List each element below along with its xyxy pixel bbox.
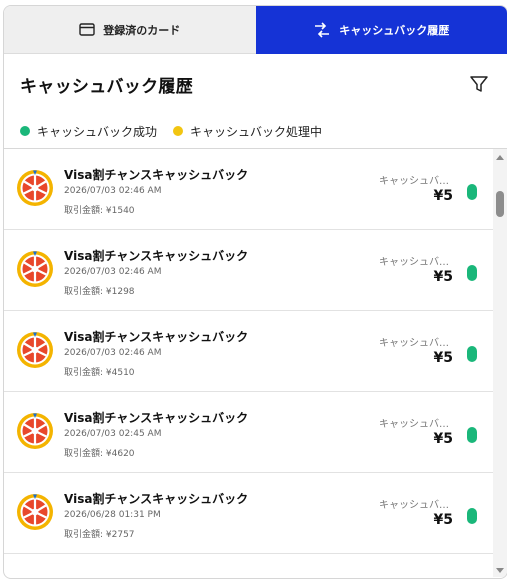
status-indicator-icon — [467, 346, 477, 362]
tab-bar: 登録済のカード キャッシュバック履歴 — [4, 6, 507, 54]
scroll-up-arrow-icon[interactable] — [496, 155, 504, 160]
section-header: キャッシュバック履歴 — [4, 54, 507, 114]
legend-pending: キャッシュバック処理中 — [173, 123, 322, 140]
status-indicator-icon — [467, 265, 477, 281]
visa-chance-logo-icon — [17, 170, 53, 206]
cashback-status-text: キャッシュバック成功 — [379, 500, 453, 511]
cashback-reward: ¥5 — [433, 512, 453, 528]
tab-cashback-history-label: キャッシュバック履歴 — [339, 24, 450, 37]
transaction-date: 2026/07/03 02:46 AM — [64, 348, 162, 358]
scrollbar-thumb[interactable] — [496, 191, 504, 217]
card-icon — [79, 23, 95, 36]
filter-icon — [470, 76, 488, 92]
scrollbar[interactable] — [493, 149, 507, 577]
status-indicator-icon — [467, 184, 477, 200]
transaction-name: Visa割チャンスキャッシュバック — [64, 168, 249, 182]
transaction-name: Visa割チャンスキャッシュバック — [64, 411, 249, 425]
cashback-panel: 登録済のカード キャッシュバック履歴 キャッシュバック履歴 キャッシュバック成功 — [3, 5, 507, 579]
cashback-status-text: キャッシュバック成功 — [379, 338, 453, 349]
transaction-amount: 取引金額: ¥4620 — [64, 449, 135, 459]
tab-cashback-history[interactable]: キャッシュバック履歴 — [255, 6, 507, 54]
status-indicator-icon — [467, 427, 477, 443]
transaction-row[interactable]: Visa割チャンスキャッシュバック 2026/06/28 01:31 PM 取引… — [4, 473, 493, 554]
transaction-amount: 取引金額: ¥1298 — [64, 287, 135, 297]
transaction-name: Visa割チャンスキャッシュバック — [64, 492, 249, 506]
success-dot-icon — [20, 126, 30, 136]
cashback-reward: ¥5 — [433, 350, 453, 366]
page-title: キャッシュバック履歴 — [20, 76, 193, 97]
visa-chance-logo-icon — [17, 413, 53, 449]
tab-registered-cards[interactable]: 登録済のカード — [4, 6, 256, 54]
transaction-list: Visa割チャンスキャッシュバック 2026/07/03 02:46 AM 取引… — [4, 149, 493, 577]
visa-chance-logo-icon — [17, 251, 53, 287]
transaction-name: Visa割チャンスキャッシュバック — [64, 330, 249, 344]
status-indicator-icon — [467, 508, 477, 524]
transaction-date: 2026/07/03 02:45 AM — [64, 429, 162, 439]
transaction-name: Visa割チャンスキャッシュバック — [64, 249, 249, 263]
transaction-row[interactable]: Visa割チャンスキャッシュバック 2026/07/03 02:46 AM 取引… — [4, 230, 493, 311]
transaction-row[interactable]: Visa割チャンスキャッシュバック 2026/07/03 02:46 AM 取引… — [4, 311, 493, 392]
visa-chance-logo-icon — [17, 494, 53, 530]
transaction-date: 2026/07/03 02:46 AM — [64, 186, 162, 196]
transaction-date: 2026/07/03 02:46 AM — [64, 267, 162, 277]
transaction-amount: 取引金額: ¥4510 — [64, 368, 135, 378]
transaction-amount: 取引金額: ¥1540 — [64, 206, 135, 216]
visa-chance-logo-icon — [17, 332, 53, 368]
cashback-reward: ¥5 — [433, 188, 453, 204]
filter-button[interactable] — [467, 72, 491, 96]
transaction-row[interactable]: Visa割チャンスキャッシュバック 2026/07/03 02:46 AM 取引… — [4, 149, 493, 230]
transaction-date: 2026/06/28 01:31 PM — [64, 510, 161, 520]
legend-pending-label: キャッシュバック処理中 — [190, 124, 323, 139]
legend-success-label: キャッシュバック成功 — [37, 124, 158, 139]
cashback-status-text: キャッシュバック成功 — [379, 419, 453, 430]
cashback-status-text: キャッシュバック成功 — [379, 176, 453, 187]
scroll-down-arrow-icon[interactable] — [496, 568, 504, 573]
status-legend: キャッシュバック成功 キャッシュバック処理中 — [4, 114, 507, 149]
legend-success: キャッシュバック成功 — [20, 123, 157, 140]
tab-registered-cards-label: 登録済のカード — [103, 23, 181, 37]
cashback-reward: ¥5 — [433, 431, 453, 447]
transaction-row[interactable]: Visa割チャンスキャッシュバック 2026/07/03 02:45 AM 取引… — [4, 392, 493, 473]
cashback-status-text: キャッシュバック成功 — [379, 257, 453, 268]
exchange-icon — [313, 22, 331, 38]
pending-dot-icon — [173, 126, 184, 136]
transaction-amount: 取引金額: ¥2757 — [64, 530, 135, 540]
transaction-list-container: Visa割チャンスキャッシュバック 2026/07/03 02:46 AM 取引… — [4, 149, 507, 577]
cashback-reward: ¥5 — [433, 269, 453, 285]
